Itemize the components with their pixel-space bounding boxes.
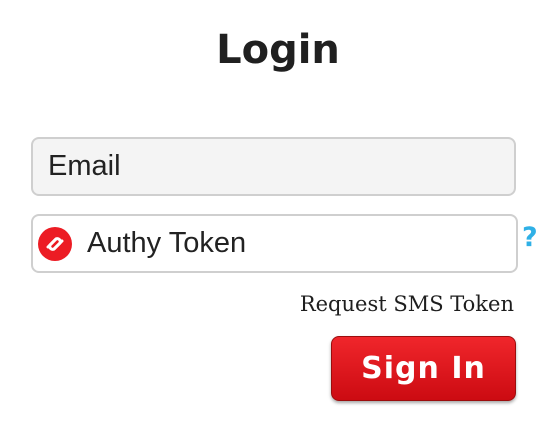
token-field-container [31,214,518,273]
page-title: Login [216,27,340,73]
request-sms-token-link[interactable]: Request SMS Token [300,292,514,316]
email-field-container [31,137,516,196]
email-input[interactable] [33,139,514,194]
help-icon[interactable]: ? [522,222,538,253]
authy-token-input[interactable] [85,216,505,271]
authy-logo-icon [38,227,72,261]
sign-in-button[interactable]: Sign In [331,336,516,401]
